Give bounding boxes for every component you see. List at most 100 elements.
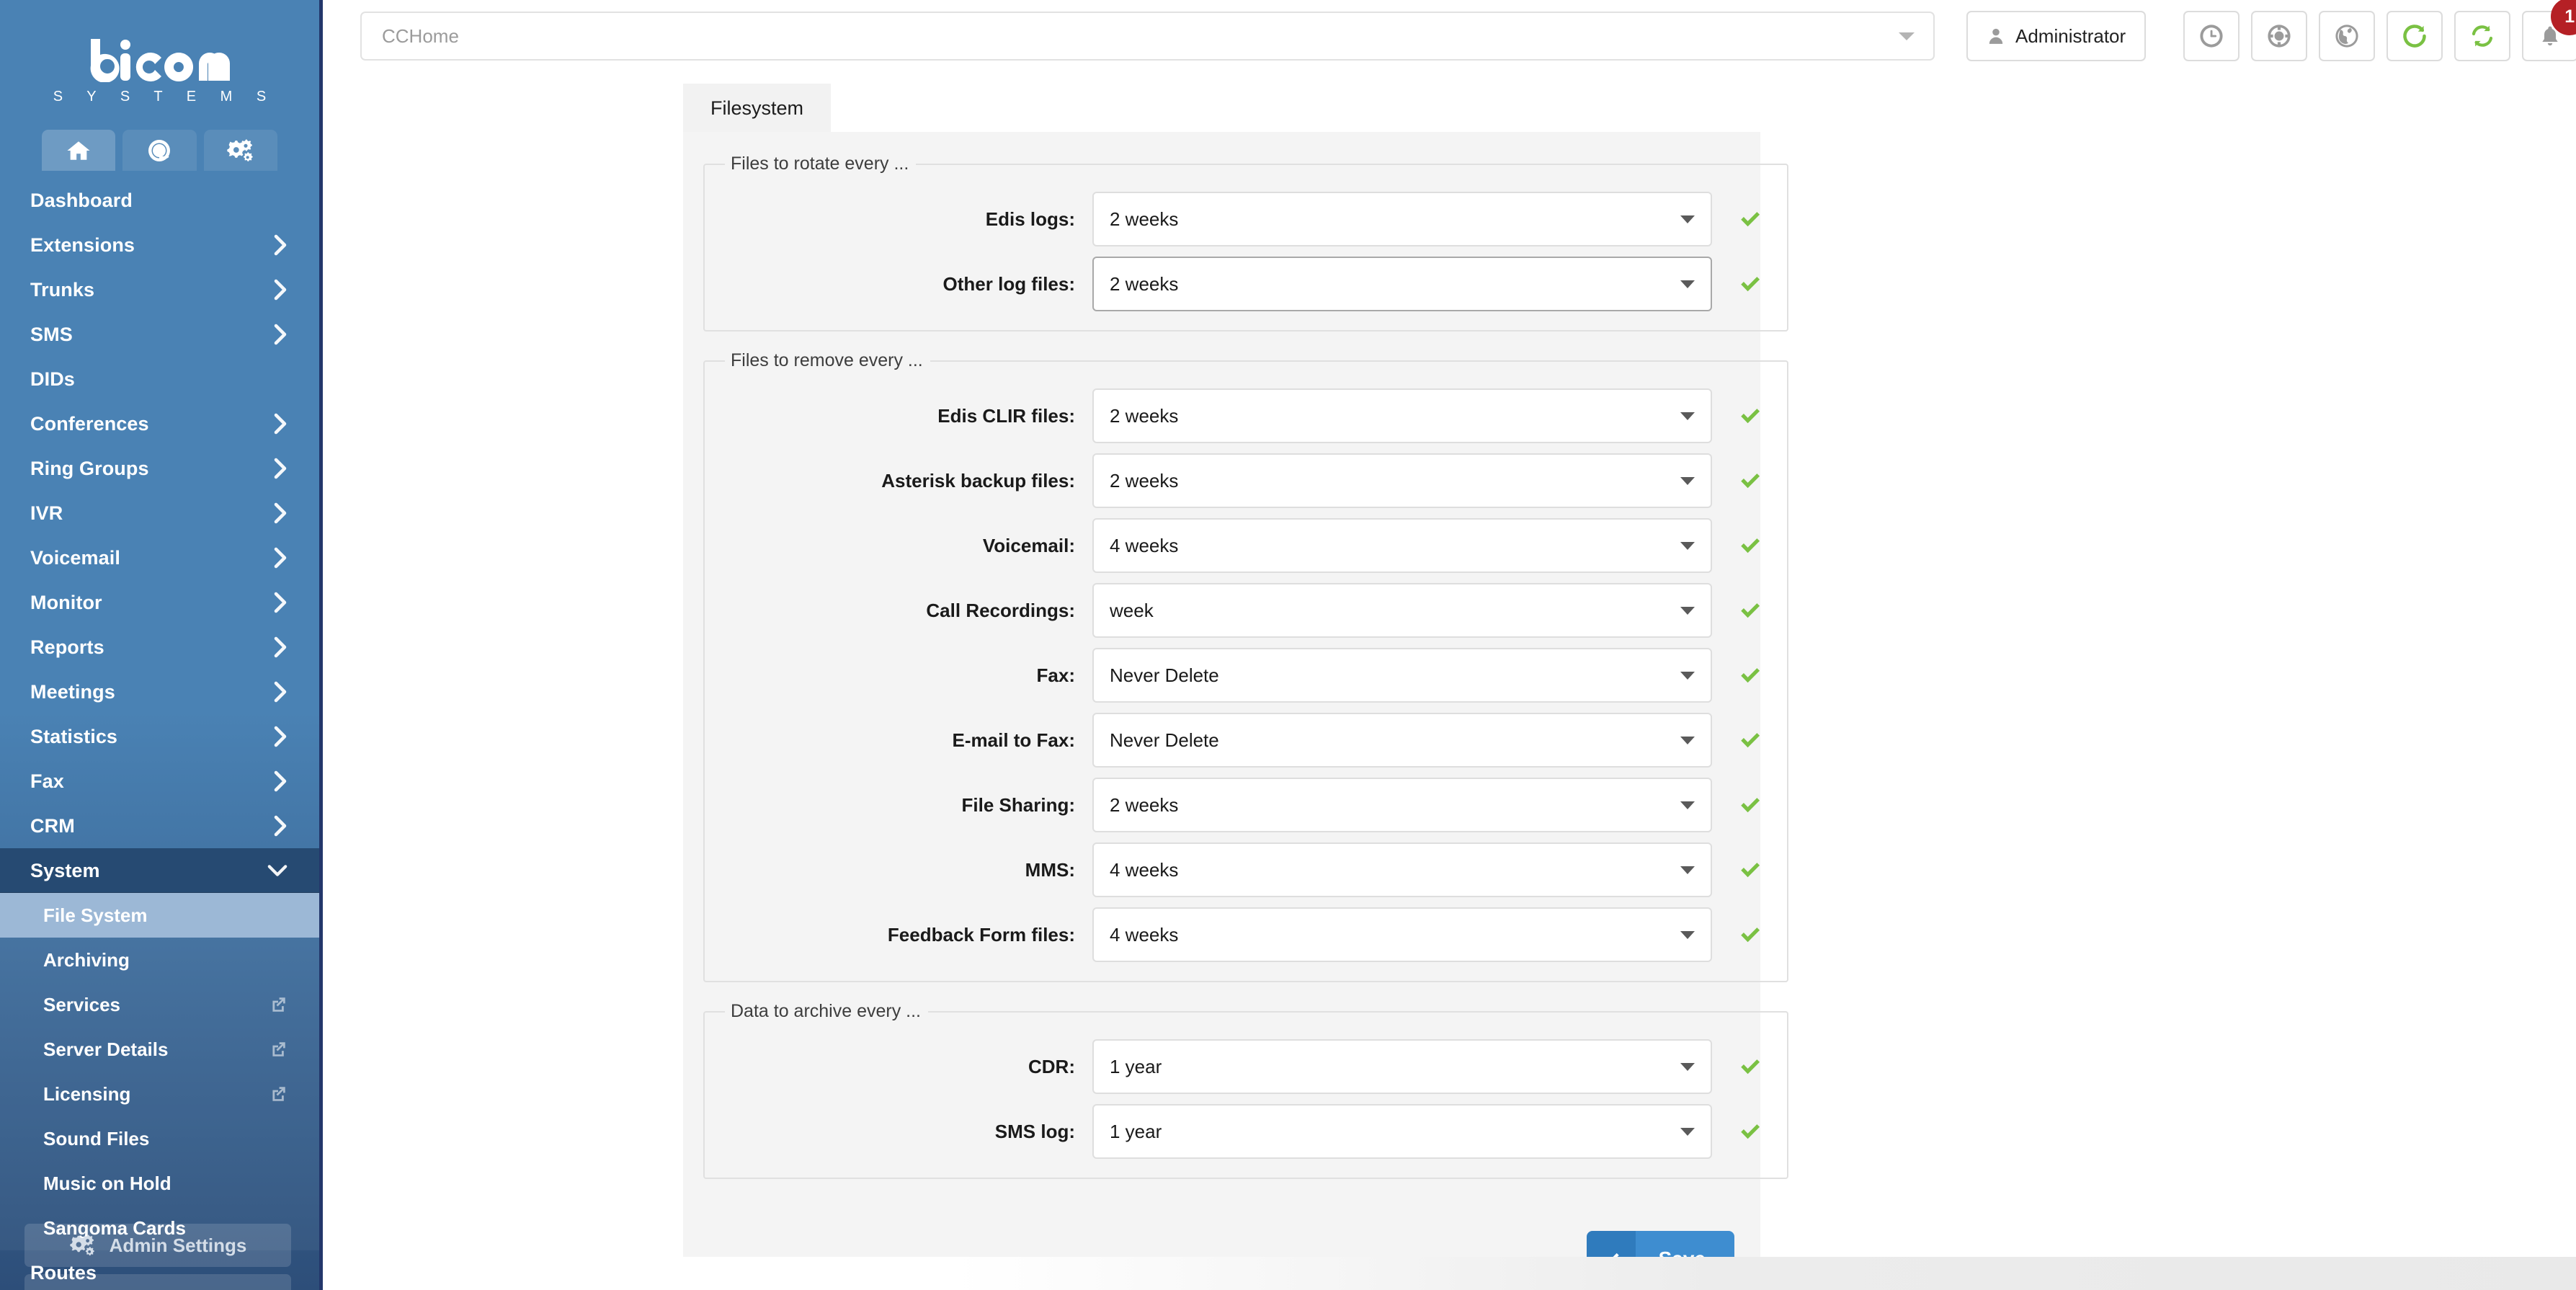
sidebar-item-label: IVR: [30, 502, 63, 524]
field-label: CDR:: [1028, 1055, 1075, 1077]
sidebar-item-voicemail[interactable]: Voicemail: [0, 535, 319, 580]
chevron-right-icon: [273, 770, 288, 792]
sidebar: S Y S T E M S Dashboard Extensions Trunk…: [0, 0, 323, 1290]
sidebar-item-music-on-hold[interactable]: Music on Hold: [0, 1161, 319, 1206]
clock-button[interactable]: [2183, 11, 2240, 61]
sidebar-secondary-button[interactable]: [24, 1274, 291, 1290]
sidebar-subitem-label: Archiving: [43, 948, 130, 971]
edis-clir-files-select[interactable]: 2 weeks: [1092, 388, 1712, 443]
help-button[interactable]: [2251, 11, 2308, 61]
sidebar-item-label: Trunks: [30, 278, 95, 301]
email-to-fax-select[interactable]: Never Delete: [1092, 713, 1712, 768]
chevron-down-icon: [1680, 866, 1695, 874]
sidebar-item-monitor[interactable]: Monitor: [0, 580, 319, 625]
field-voicemail: Voicemail: 4 weeks: [725, 518, 1762, 573]
gears-icon: [227, 139, 253, 161]
status-ok-icon: [1738, 858, 1762, 882]
sidebar-item-statistics[interactable]: Statistics: [0, 714, 319, 759]
fax-select[interactable]: Never Delete: [1092, 648, 1712, 703]
chevron-right-icon: [273, 413, 288, 435]
chevron-right-icon: [273, 458, 288, 479]
sidebar-item-meetings[interactable]: Meetings: [0, 670, 319, 714]
sidebar-nav: Dashboard Extensions Trunks SMS DIDs Con…: [0, 171, 319, 1290]
admin-settings-button[interactable]: Admin Settings: [24, 1224, 291, 1267]
sidebar-item-dashboard[interactable]: Dashboard: [0, 178, 319, 223]
field-label: Voicemail:: [982, 534, 1075, 556]
sidebar-item-licensing[interactable]: Licensing: [0, 1072, 319, 1116]
chevron-down-icon: [1680, 215, 1695, 223]
sidebar-item-services[interactable]: Services: [0, 982, 319, 1027]
section-remove: Files to remove every ... Edis CLIR file…: [703, 350, 1788, 982]
field-edis-logs: Edis logs: 2 weeks: [725, 192, 1762, 246]
language-button[interactable]: [2319, 11, 2376, 61]
select-value: 2 weeks: [1110, 404, 1179, 427]
sidebar-item-dids[interactable]: DIDs: [0, 357, 319, 401]
tab-home[interactable]: [42, 130, 116, 171]
sidebar-item-label: Conferences: [30, 412, 149, 435]
sidebar-item-sound-files[interactable]: Sound Files: [0, 1116, 319, 1161]
sidebar-item-crm[interactable]: CRM: [0, 804, 319, 848]
other-log-files-select[interactable]: 2 weeks: [1092, 257, 1712, 311]
reload-button[interactable]: [2386, 11, 2443, 61]
file-sharing-select[interactable]: 2 weeks: [1092, 778, 1712, 832]
field-asterisk-backup-files: Asterisk backup files: 2 weeks: [725, 453, 1762, 508]
sidebar-item-server-details[interactable]: Server Details: [0, 1027, 319, 1072]
select-value: week: [1110, 599, 1154, 621]
chevron-down-icon: [1899, 32, 1915, 40]
chevron-down-icon: [267, 863, 288, 878]
sms-log-select[interactable]: 1 year: [1092, 1104, 1712, 1159]
asterisk-backup-files-select[interactable]: 2 weeks: [1092, 453, 1712, 508]
sidebar-item-label: Fax: [30, 770, 64, 792]
bicom-logo-icon: [90, 38, 230, 82]
cdr-select[interactable]: 1 year: [1092, 1039, 1712, 1094]
section-remove-legend: Files to remove every ...: [731, 350, 923, 370]
notifications-button[interactable]: 1: [2522, 0, 2576, 61]
edis-logs-select[interactable]: 2 weeks: [1092, 192, 1712, 246]
sidebar-subitem-label: File System: [43, 904, 148, 926]
status-ok-icon: [1738, 598, 1762, 623]
field-label: SMS log:: [994, 1120, 1075, 1142]
sidebar-item-fax[interactable]: Fax: [0, 759, 319, 804]
status-ok-icon: [1738, 468, 1762, 493]
tab-filesystem[interactable]: Filesystem: [683, 84, 832, 132]
voicemail-select[interactable]: 4 weeks: [1092, 518, 1712, 573]
sidebar-item-extensions[interactable]: Extensions: [0, 223, 319, 267]
tab-settings[interactable]: [203, 130, 277, 171]
user-menu-button[interactable]: Administrator: [1966, 11, 2147, 61]
reload-icon: [2403, 25, 2426, 48]
context-select[interactable]: CCHome: [360, 12, 1935, 61]
sidebar-item-trunks[interactable]: Trunks: [0, 267, 319, 312]
sidebar-item-label: Meetings: [30, 680, 115, 703]
field-edis-clir-files: Edis CLIR files: 2 weeks: [725, 388, 1762, 443]
sidebar-subitem-label: Sound Files: [43, 1127, 150, 1149]
feedback-form-files-select[interactable]: 4 weeks: [1092, 907, 1712, 962]
sidebar-item-file-system[interactable]: File System: [0, 893, 319, 938]
external-link-icon: [269, 1085, 288, 1103]
field-label: File Sharing:: [961, 793, 1075, 816]
mms-select[interactable]: 4 weeks: [1092, 842, 1712, 897]
sidebar-item-ivr[interactable]: IVR: [0, 491, 319, 535]
chevron-right-icon: [273, 592, 288, 613]
sidebar-item-system[interactable]: System: [0, 848, 319, 893]
sidebar-subitem-label: Server Details: [43, 1038, 169, 1060]
sync-button[interactable]: [2454, 11, 2511, 61]
sidebar-item-conferences[interactable]: Conferences: [0, 401, 319, 446]
section-archive: Data to archive every ... CDR: 1 year SM…: [703, 1001, 1788, 1179]
chevron-right-icon: [273, 726, 288, 747]
chevron-right-icon: [273, 815, 288, 837]
sidebar-item-sms[interactable]: SMS: [0, 312, 319, 357]
sidebar-item-ring-groups[interactable]: Ring Groups: [0, 446, 319, 491]
gears-icon: [70, 1235, 94, 1256]
sidebar-item-reports[interactable]: Reports: [0, 625, 319, 670]
status-ok-icon: [1738, 272, 1762, 296]
sidebar-item-label: Ring Groups: [30, 457, 149, 479]
field-label: Fax:: [1036, 664, 1075, 686]
status-ok-icon: [1738, 663, 1762, 688]
page-bottom-shadow: [323, 1257, 2576, 1290]
chevron-down-icon: [1680, 541, 1695, 550]
tab-callcenter[interactable]: [122, 130, 197, 171]
call-recordings-select[interactable]: week: [1092, 583, 1712, 638]
lifering-icon: [2268, 25, 2291, 48]
sidebar-item-archiving[interactable]: Archiving: [0, 938, 319, 982]
field-sms-log: SMS log: 1 year: [725, 1104, 1762, 1159]
